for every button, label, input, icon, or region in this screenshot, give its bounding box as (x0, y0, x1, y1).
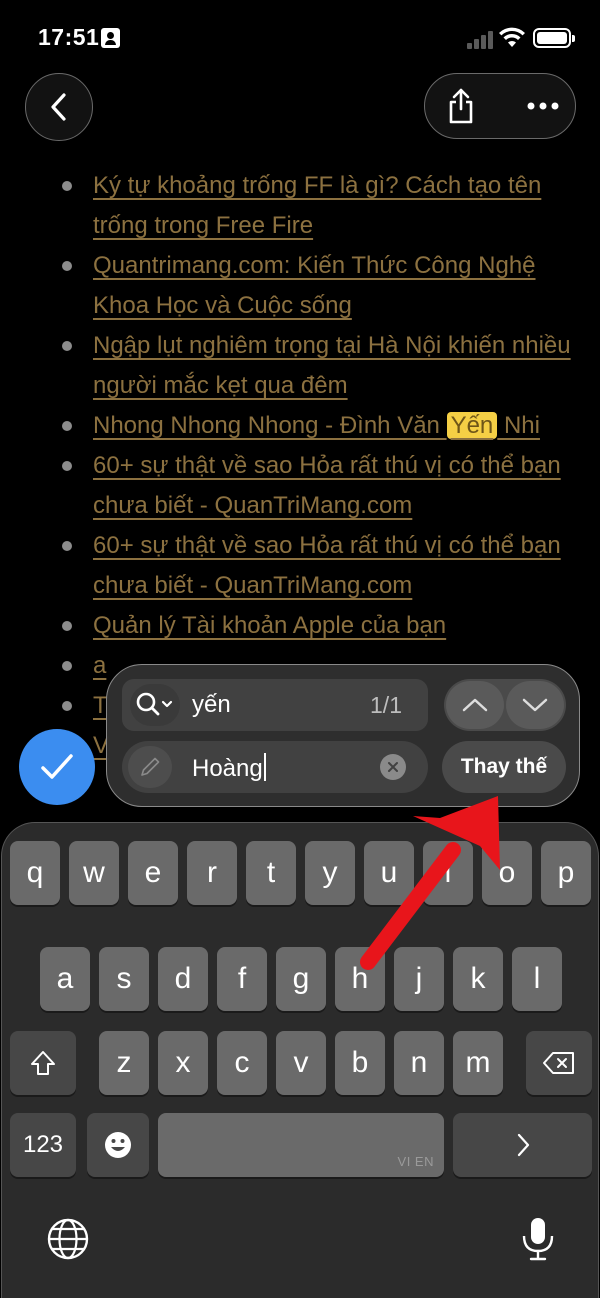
key-w[interactable]: w (69, 841, 119, 905)
ellipsis-icon (527, 102, 559, 110)
toolbar-actions (424, 73, 576, 139)
article-link[interactable]: Ký tự khoảng trống FF là gì? Cách tạo tê… (93, 172, 541, 239)
numbers-key[interactable]: 123 (10, 1113, 76, 1177)
list-item: Ngập lụt nghiêm trọng tại Hà Nội khiến n… (60, 326, 580, 406)
shift-key[interactable] (10, 1031, 76, 1095)
article-link[interactable]: Quantrimang.com: Kiến Thức Công Nghệ Kho… (93, 252, 536, 319)
next-match-button[interactable] (506, 681, 564, 729)
keyboard-languages: VI EN (397, 1154, 434, 1169)
checkmark-icon (41, 754, 73, 779)
list-item: Quantrimang.com: Kiến Thức Công Nghệ Kho… (60, 246, 580, 326)
return-key[interactable] (453, 1113, 592, 1177)
globe-button[interactable] (42, 1213, 94, 1265)
return-icon (517, 1133, 529, 1157)
key-p[interactable]: p (541, 841, 591, 905)
search-match-highlight: Yến (446, 412, 498, 439)
key-h[interactable]: h (335, 947, 385, 1011)
list-item: Ký tự khoảng trống FF là gì? Cách tạo tê… (60, 166, 580, 246)
article-link-text: Nhi (497, 412, 540, 439)
key-q[interactable]: q (10, 841, 60, 905)
clear-button[interactable] (380, 754, 406, 780)
key-v[interactable]: v (276, 1031, 326, 1095)
article-link[interactable]: 60+ sự thật về sao Hỏa rất thú vị có thể… (93, 532, 561, 599)
share-button[interactable] (435, 80, 487, 132)
backspace-icon (543, 1052, 574, 1074)
text-cursor (263, 753, 266, 781)
key-r[interactable]: r (187, 841, 237, 905)
article-link[interactable]: Quản lý Tài khoản Apple của bạn (93, 612, 446, 639)
key-d[interactable]: d (158, 947, 208, 1011)
emoji-key[interactable] (87, 1113, 149, 1177)
keyboard: q w e r t y u i o p a s d f g h j k l z … (1, 822, 599, 1298)
article-link[interactable]: 60+ sự thật về sao Hỏa rất thú vị có thể… (93, 452, 561, 519)
key-o[interactable]: o (482, 841, 532, 905)
chevron-left-icon (51, 93, 66, 121)
back-button[interactable] (25, 73, 93, 141)
key-a[interactable]: a (40, 947, 90, 1011)
replace-input[interactable]: Hoàng (192, 753, 266, 783)
share-icon (449, 88, 473, 124)
chevron-up-icon (462, 698, 488, 712)
replace-button[interactable]: Thay thế (442, 741, 566, 793)
replace-field[interactable]: Hoàng (122, 741, 428, 793)
key-z[interactable]: z (99, 1031, 149, 1095)
done-button[interactable] (19, 729, 95, 805)
key-g[interactable]: g (276, 947, 326, 1011)
space-bar[interactable]: VI EN (158, 1113, 444, 1177)
microphone-icon (522, 1218, 554, 1261)
key-m[interactable]: m (453, 1031, 503, 1095)
key-f[interactable]: f (217, 947, 267, 1011)
key-j[interactable]: j (394, 947, 444, 1011)
key-y[interactable]: y (305, 841, 355, 905)
key-k[interactable]: k (453, 947, 503, 1011)
status-time: 17:51 (38, 24, 100, 50)
match-navigation (444, 679, 566, 731)
search-icon (136, 692, 173, 716)
key-l[interactable]: l (512, 947, 562, 1011)
replace-input-value: Hoàng (192, 755, 263, 782)
emoji-icon (105, 1132, 131, 1158)
battery-icon (533, 28, 575, 48)
cellular-signal-icon (467, 29, 495, 49)
key-i[interactable]: i (423, 841, 473, 905)
key-n[interactable]: n (394, 1031, 444, 1095)
article-link[interactable]: Nhong Nhong Nhong - Đình Văn Yến Nhi (93, 412, 540, 439)
key-b[interactable]: b (335, 1031, 385, 1095)
pencil-icon (141, 757, 160, 776)
article-link[interactable]: Ngập lụt nghiêm trọng tại Hà Nội khiến n… (93, 332, 571, 399)
backspace-key[interactable] (526, 1031, 592, 1095)
list-item: Quản lý Tài khoản Apple của bạn (60, 606, 580, 646)
dictation-button[interactable] (512, 1211, 564, 1267)
list-item: 60+ sự thật về sao Hỏa rất thú vị có thể… (60, 526, 580, 606)
globe-icon (47, 1218, 89, 1260)
pencil-button (128, 746, 172, 788)
previous-match-button[interactable] (446, 681, 504, 729)
wifi-icon (499, 27, 525, 47)
close-icon (388, 762, 398, 772)
list-item: 60+ sự thật về sao Hỏa rất thú vị có thể… (60, 446, 580, 526)
find-replace-panel: yến 1/1 Hoàng Thay thế (106, 664, 580, 807)
shift-icon (31, 1051, 55, 1075)
list-item: Nhong Nhong Nhong - Đình Văn Yến Nhi (60, 406, 580, 446)
key-t[interactable]: t (246, 841, 296, 905)
find-field[interactable]: yến 1/1 (122, 679, 428, 731)
chevron-down-icon (522, 698, 548, 712)
match-count: 1/1 (370, 692, 402, 718)
key-s[interactable]: s (99, 947, 149, 1011)
more-button[interactable] (517, 80, 569, 132)
key-x[interactable]: x (158, 1031, 208, 1095)
key-c[interactable]: c (217, 1031, 267, 1095)
contact-card-icon (101, 28, 120, 48)
article-link-text: Nhong Nhong Nhong - Đình Văn (93, 412, 447, 439)
key-u[interactable]: u (364, 841, 414, 905)
key-e[interactable]: e (128, 841, 178, 905)
search-options-button[interactable] (130, 684, 180, 726)
status-bar: 17:51 (0, 0, 600, 80)
article-link[interactable]: a (93, 652, 106, 679)
search-input[interactable]: yến (192, 691, 231, 719)
